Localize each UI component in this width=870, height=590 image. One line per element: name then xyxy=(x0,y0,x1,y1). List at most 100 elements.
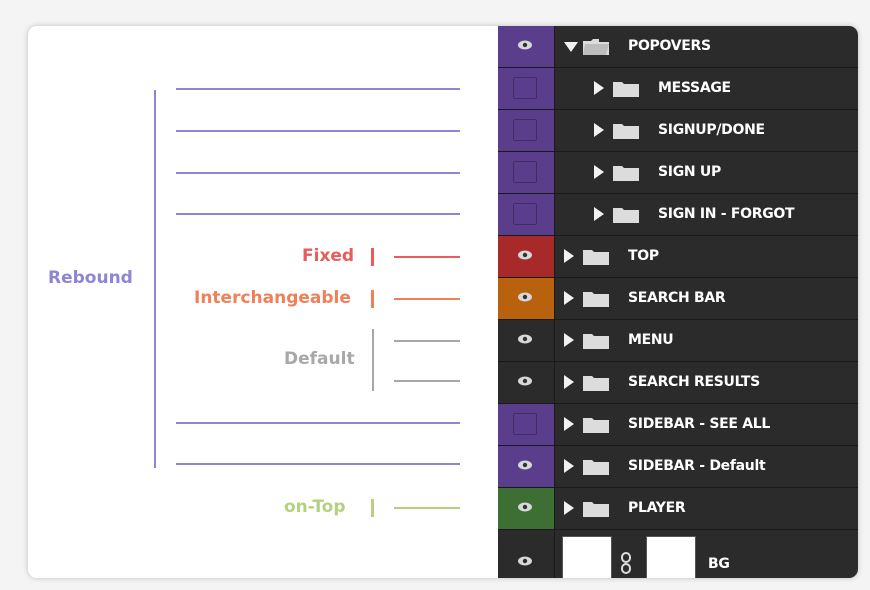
rebound-guide-line xyxy=(176,172,460,174)
layer-row[interactable]: SEARCH BAR xyxy=(498,278,858,320)
layer-row[interactable]: SIGNUP/DONE xyxy=(498,110,858,152)
folder-icon xyxy=(583,292,609,307)
hidden-visibility-box xyxy=(513,413,537,435)
triangle-right-icon[interactable] xyxy=(594,81,604,95)
triangle-right-icon[interactable] xyxy=(564,249,574,263)
layer-row[interactable]: SIGN UP xyxy=(498,152,858,194)
triangle-right-icon[interactable] xyxy=(564,333,574,347)
layer-row[interactable]: TOP xyxy=(498,236,858,278)
folder-icon xyxy=(583,418,609,433)
default-bracket-line xyxy=(372,329,374,391)
layers-panel: POPOVERS MESSAGE SIGNUP/DONE SIGN UP SIGN IN… xyxy=(498,26,858,578)
hidden-visibility-box xyxy=(513,203,537,225)
rebound-guide-line xyxy=(176,130,460,132)
eye-icon xyxy=(518,40,532,50)
layer-name: SIGNUP/DONE xyxy=(658,122,765,138)
eye-icon xyxy=(518,502,532,512)
folder-icon xyxy=(613,208,639,223)
visibility-toggle[interactable] xyxy=(498,236,555,277)
hidden-visibility-box xyxy=(513,119,537,141)
eye-icon xyxy=(518,334,532,344)
interchangeable-tick xyxy=(371,290,374,308)
interchangeable-guide-line xyxy=(394,298,460,300)
visibility-toggle[interactable] xyxy=(498,152,555,193)
layer-name: MESSAGE xyxy=(658,80,731,96)
visibility-toggle[interactable] xyxy=(498,530,555,578)
triangle-right-icon[interactable] xyxy=(564,375,574,389)
layer-name: SEARCH BAR xyxy=(628,290,726,306)
folder-icon xyxy=(583,502,609,517)
layer-name: SEARCH RESULTS xyxy=(628,374,760,390)
default-guide-line xyxy=(394,380,460,382)
rebound-guide-line xyxy=(176,422,460,424)
default-label: Default xyxy=(284,349,355,369)
triangle-right-icon[interactable] xyxy=(564,417,574,431)
layer-row[interactable]: MESSAGE xyxy=(498,68,858,110)
layer-row[interactable]: MENU xyxy=(498,320,858,362)
hidden-visibility-box xyxy=(513,77,537,99)
layer-name: SIGN UP xyxy=(658,164,721,180)
layer-thumbnail[interactable] xyxy=(562,536,612,578)
rebound-guide-line xyxy=(176,88,460,90)
triangle-down-icon[interactable] xyxy=(564,42,578,52)
folder-icon xyxy=(583,39,609,55)
layer-mask-thumbnail[interactable] xyxy=(646,536,696,578)
folder-icon xyxy=(583,376,609,391)
interchangeable-label: Interchangeable xyxy=(194,288,351,308)
eye-icon xyxy=(518,460,532,470)
triangle-right-icon[interactable] xyxy=(594,207,604,221)
chain-link-icon[interactable] xyxy=(620,552,632,574)
layer-name: BG xyxy=(708,556,730,572)
rebound-bracket-line xyxy=(154,90,156,468)
visibility-toggle[interactable] xyxy=(498,362,555,403)
rebound-guide-line xyxy=(176,463,460,465)
folder-icon xyxy=(613,82,639,97)
layer-row[interactable]: SIDEBAR - SEE ALL xyxy=(498,404,858,446)
triangle-right-icon[interactable] xyxy=(564,459,574,473)
layer-row[interactable]: SIGN IN - FORGOT xyxy=(498,194,858,236)
layer-name: PLAYER xyxy=(628,500,686,516)
layer-row[interactable]: PLAYER xyxy=(498,488,858,530)
visibility-toggle[interactable] xyxy=(498,278,555,319)
visibility-toggle[interactable] xyxy=(498,26,555,67)
visibility-toggle[interactable] xyxy=(498,404,555,445)
layers-diagram-card: Rebound Fixed Interchangeable Default on… xyxy=(28,26,858,578)
folder-icon xyxy=(583,334,609,349)
rebound-label: Rebound xyxy=(48,268,133,288)
folder-icon xyxy=(583,250,609,265)
layer-name: TOP xyxy=(628,248,659,264)
folder-icon xyxy=(613,166,639,181)
layer-row[interactable]: SEARCH RESULTS xyxy=(498,362,858,404)
fixed-label: Fixed xyxy=(302,246,355,266)
triangle-right-icon[interactable] xyxy=(594,123,604,137)
rebound-guide-line xyxy=(176,213,460,215)
eye-icon xyxy=(518,292,532,302)
visibility-toggle[interactable] xyxy=(498,68,555,109)
default-guide-line xyxy=(394,340,460,342)
layer-name: SIGN IN - FORGOT xyxy=(658,206,795,222)
visibility-toggle[interactable] xyxy=(498,110,555,151)
on-top-guide-line xyxy=(394,507,460,509)
eye-icon xyxy=(518,556,532,566)
visibility-toggle[interactable] xyxy=(498,194,555,235)
triangle-right-icon[interactable] xyxy=(564,501,574,515)
layer-row[interactable]: POPOVERS xyxy=(498,26,858,68)
layer-name: SIDEBAR - SEE ALL xyxy=(628,416,770,432)
layer-row-bg[interactable]: BG xyxy=(498,530,858,578)
visibility-toggle[interactable] xyxy=(498,320,555,361)
folder-icon xyxy=(583,460,609,475)
hidden-visibility-box xyxy=(513,161,537,183)
layer-row[interactable]: SIDEBAR - Default xyxy=(498,446,858,488)
visibility-toggle[interactable] xyxy=(498,488,555,529)
on-top-tick xyxy=(371,499,374,517)
on-top-label: on-Top xyxy=(284,497,346,517)
layer-name: POPOVERS xyxy=(628,38,711,54)
visibility-toggle[interactable] xyxy=(498,446,555,487)
triangle-right-icon[interactable] xyxy=(594,165,604,179)
fixed-tick xyxy=(371,248,374,266)
folder-icon xyxy=(613,124,639,139)
layer-name: SIDEBAR - Default xyxy=(628,458,766,474)
triangle-right-icon[interactable] xyxy=(564,291,574,305)
eye-icon xyxy=(518,250,532,260)
layer-name: MENU xyxy=(628,332,674,348)
